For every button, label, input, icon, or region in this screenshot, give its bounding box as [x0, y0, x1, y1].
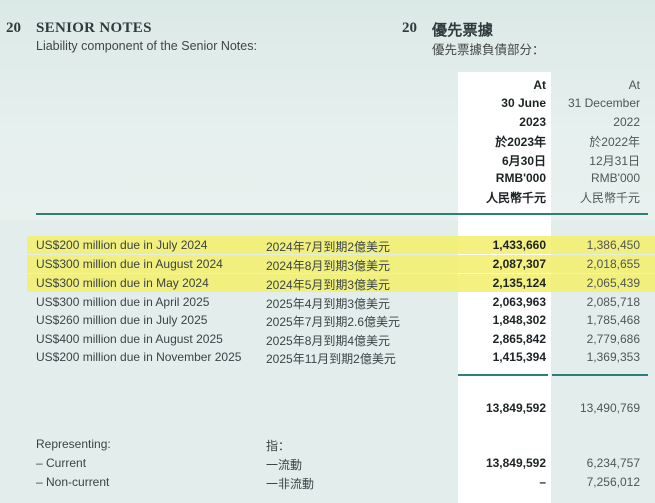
representing-label-en: Representing: — [36, 437, 111, 451]
current-value-current: 13,849,592 — [485, 456, 546, 470]
current-label-cn: 一流動 — [266, 458, 303, 472]
header-prior-line: 12月31日 — [589, 154, 640, 168]
header-current-line: RMB'000 — [495, 171, 546, 185]
note-label-cn: 2024年7月到期2億美元 — [266, 240, 391, 254]
note-value-prior: 2,018,655 — [586, 257, 640, 271]
header-prior-line: At — [628, 78, 640, 92]
header-prior-line: 2022 — [613, 115, 640, 129]
header-current-line: 於2023年 — [495, 135, 546, 149]
note-label-cn: 2025年11月到期2億美元 — [266, 352, 396, 366]
section-title-en: SENIOR NOTES — [36, 20, 152, 36]
note-value-current: 1,433,660 — [492, 238, 546, 252]
note-value-prior: 1,369,353 — [586, 350, 640, 364]
note-label-cn: 2024年5月到期3億美元 — [266, 278, 391, 292]
section-subtitle-cn: 優先票據負債部分： — [432, 43, 545, 57]
header-current-line: 6月30日 — [501, 154, 546, 168]
note-value-prior: 2,779,686 — [586, 332, 640, 346]
total-current: 13,849,592 — [485, 401, 546, 415]
note-label-en: US$300 million due in August 2024 — [36, 257, 223, 271]
note-label-en: US$300 million due in May 2024 — [36, 276, 209, 290]
note-value-prior: 1,785,468 — [586, 313, 640, 327]
note-value-current: 1,848,302 — [492, 313, 546, 327]
header-current-line: At — [533, 78, 546, 92]
representing-label-cn: 指： — [266, 439, 291, 453]
note-label-cn: 2025年7月到期2.6億美元 — [266, 315, 401, 329]
noncurrent-label-en: – Non-current — [36, 475, 110, 489]
note-value-current: 2,865,842 — [492, 332, 546, 346]
header-current-line: 2023 — [519, 115, 546, 129]
noncurrent-value-current: – — [539, 475, 546, 489]
header-prior-line: RMB'000 — [591, 171, 640, 185]
note-label-en: US$200 million due in July 2024 — [36, 238, 208, 252]
header-prior-line: 人民幣千元 — [579, 191, 640, 205]
subtotal-rule-current — [458, 374, 548, 376]
header-current-line: 人民幣千元 — [485, 191, 546, 205]
note-label-cn: 2025年8月到期4億美元 — [266, 334, 391, 348]
subtotal-rule-prior — [552, 374, 648, 376]
note-label-cn: 2025年4月到期3億美元 — [266, 297, 391, 311]
section-number-cn: 20 — [402, 20, 417, 36]
noncurrent-label-cn: 一非流動 — [266, 477, 315, 491]
current-label-en: – Current — [36, 456, 87, 470]
note-label-cn: 2024年8月到期3億美元 — [266, 259, 391, 273]
note-value-prior: 2,065,439 — [586, 276, 640, 290]
section-title-cn: 優先票據 — [432, 23, 494, 39]
header-prior-line: 31 December — [567, 96, 640, 110]
note-value-current: 2,135,124 — [492, 276, 546, 290]
note-value-current: 2,087,307 — [492, 257, 546, 271]
note-value-prior: 1,386,450 — [586, 238, 640, 252]
noncurrent-value-prior: 7,256,012 — [586, 475, 640, 489]
note-label-en: US$400 million due in August 2025 — [36, 332, 223, 346]
note-label-en: US$260 million due in July 2025 — [36, 313, 208, 327]
note-value-current: 2,063,963 — [492, 295, 546, 309]
note-label-en: US$200 million due in November 2025 — [36, 350, 242, 364]
note-label-en: US$300 million due in April 2025 — [36, 295, 210, 309]
section-subtitle-en: Liability component of the Senior Notes: — [36, 39, 257, 53]
note-value-current: 1,415,394 — [492, 350, 546, 364]
total-prior: 13,490,769 — [579, 401, 640, 415]
header-rule — [36, 213, 648, 215]
section-number-en: 20 — [6, 20, 21, 36]
current-value-prior: 6,234,757 — [586, 456, 640, 470]
note-value-prior: 2,085,718 — [586, 295, 640, 309]
header-prior-line: 於2022年 — [589, 135, 640, 149]
header-current-line: 30 June — [501, 96, 546, 110]
